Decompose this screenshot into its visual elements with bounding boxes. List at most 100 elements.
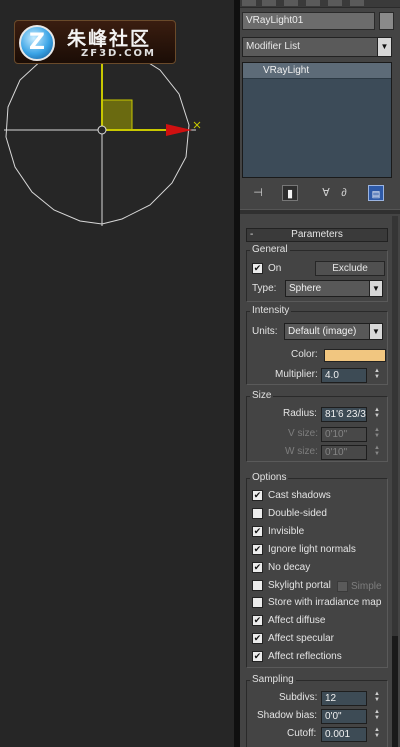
shadow-bias-label: Shadow bias:	[257, 710, 318, 721]
sampling-group: Sampling Subdivs: 12 ▲ ▼ Shadow bias: 0'0…	[246, 674, 389, 747]
wsize-spinner-icon: ▲ ▼	[374, 445, 380, 457]
tab-hierarchy[interactable]	[284, 0, 298, 6]
option-row: ✔ Affect diffuse	[247, 614, 389, 630]
cutoff-row: Cutoff: 0.001 ▲ ▼	[247, 727, 389, 743]
configure-modifier-sets-icon[interactable]: ▤	[368, 185, 384, 201]
tab-modify[interactable]	[262, 0, 276, 6]
tab-display[interactable]	[328, 0, 342, 6]
scrollbar-thumb[interactable]	[392, 636, 398, 747]
option-row: ✔ Ignore light normals	[247, 543, 389, 559]
pin-stack-icon[interactable]: ⊣	[250, 185, 266, 201]
light-gizmo[interactable]	[0, 0, 234, 747]
make-unique-icon[interactable]: ∀	[318, 185, 334, 201]
option-checkbox[interactable]: ✔	[252, 651, 263, 663]
wsize-label: W size:	[285, 446, 318, 457]
option-checkbox[interactable]: ✔	[252, 561, 263, 573]
object-name-field[interactable]: VRayLight01	[242, 12, 375, 30]
remove-modifier-icon[interactable]: ∂	[336, 185, 352, 201]
option-label: No decay	[268, 561, 311, 573]
sphere-light-wireframe	[4, 45, 196, 226]
subdivs-input[interactable]: 12	[321, 691, 367, 706]
radius-input[interactable]: 81'6 23/3	[321, 407, 367, 422]
cutoff-label: Cutoff:	[287, 728, 317, 739]
units-dropdown[interactable]: Default (image) ▼	[284, 323, 383, 340]
option-checkbox[interactable]: ✔	[252, 490, 263, 501]
shadow-bias-row: Shadow bias: 0'0" ▲ ▼	[247, 709, 389, 725]
type-row: Type: Sphere ▼	[247, 280, 389, 297]
panel-scrollbar[interactable]	[392, 216, 398, 747]
option-checkbox[interactable]	[252, 579, 263, 591]
modifier-list-dropdown[interactable]: Modifier List ▼	[242, 37, 392, 57]
stack-toolbar: ⊣ ▮ ∀ ∂ ▤	[240, 183, 400, 205]
radius-row: Radius: 81'6 23/3 ▲ ▼	[247, 407, 389, 423]
multiplier-label: Multiplier:	[275, 369, 318, 380]
panel-separator	[240, 209, 400, 214]
chevron-down-icon[interactable]: ▼	[369, 324, 382, 339]
cutoff-input[interactable]: 0.001	[321, 727, 367, 742]
collapse-icon[interactable]: -	[250, 229, 253, 241]
stack-item-vraylight[interactable]: VRayLight	[243, 63, 391, 79]
type-value: Sphere	[289, 283, 322, 294]
option-row: ✔ Affect reflections	[247, 650, 389, 666]
show-end-result-icon[interactable]: ▮	[282, 185, 298, 201]
option-label: Cast shadows	[268, 490, 331, 501]
option-row: ✔ Invisible	[247, 525, 389, 541]
on-checkbox[interactable]: ✔	[252, 263, 263, 274]
vsize-row: V size: 0'10" ▲ ▼	[247, 427, 389, 443]
tab-utilities[interactable]	[350, 0, 364, 6]
intensity-group: Intensity Units: Default (image) ▼ Color…	[246, 305, 389, 385]
size-group: Size Radius: 81'6 23/3 ▲ ▼ V size: 0'10" …	[246, 390, 389, 462]
option-checkbox[interactable]: ✔	[252, 615, 263, 627]
option-label: Affect specular	[268, 633, 334, 645]
cutoff-spinner-icon[interactable]: ▲ ▼	[373, 727, 381, 742]
option-label: Skylight portal	[268, 579, 331, 591]
type-label: Type:	[252, 283, 277, 294]
units-value: Default (image)	[288, 326, 357, 337]
logo-title-cn: 朱峰社区	[67, 28, 152, 50]
option-label: Store with irradiance map	[268, 597, 382, 609]
option-checkbox[interactable]	[252, 507, 263, 519]
subdivs-spinner-icon[interactable]: ▲ ▼	[373, 691, 381, 706]
units-row: Units: Default (image) ▼	[247, 323, 389, 340]
parameters-rollout-header[interactable]: - Parameters	[246, 228, 388, 242]
option-checkbox[interactable]	[252, 597, 263, 609]
simple-checkbox	[337, 581, 348, 592]
option-checkbox[interactable]: ✔	[252, 543, 263, 555]
option-row: Store with irradiance map	[247, 596, 389, 612]
modifier-stack[interactable]: VRayLight	[242, 62, 392, 178]
shadow-bias-spinner-icon[interactable]: ▲ ▼	[373, 709, 381, 724]
logo-title-en: ZF3D.COM	[81, 48, 156, 59]
multiplier-spinner-icon[interactable]: ▲ ▼	[373, 368, 381, 383]
on-label: On	[268, 263, 282, 274]
transform-gizmo[interactable]	[97, 64, 201, 136]
tab-create[interactable]	[242, 0, 256, 6]
object-color-swatch[interactable]	[379, 12, 394, 30]
tab-motion[interactable]	[306, 0, 320, 6]
vsize-label: V size:	[288, 428, 319, 439]
option-label: Ignore light normals	[268, 543, 356, 555]
option-row: ✔ Cast shadows	[247, 489, 389, 505]
wsize-row: W size: 0'10" ▲ ▼	[247, 445, 389, 461]
type-dropdown[interactable]: Sphere ▼	[285, 280, 383, 297]
exclude-button[interactable]: Exclude	[315, 261, 385, 276]
radius-spinner-icon[interactable]: ▲ ▼	[373, 407, 381, 422]
panel-tab-bar	[240, 0, 400, 8]
options-group: Options ✔ Cast shadows Double-sided ✔ Invisi…	[246, 472, 389, 668]
subdivs-row: Subdivs: 12 ▲ ▼	[247, 691, 389, 707]
option-checkbox[interactable]: ✔	[252, 633, 263, 645]
option-label: Invisible	[268, 525, 305, 537]
radius-label: Radius:	[283, 408, 317, 419]
light-color-swatch[interactable]	[324, 349, 386, 362]
pivot-icon[interactable]	[97, 125, 107, 135]
option-label: Affect reflections	[268, 651, 342, 663]
shadow-bias-input[interactable]: 0'0"	[321, 709, 367, 724]
viewport[interactable]: Z 朱峰社区 ZF3D.COM	[0, 0, 234, 747]
xy-plane-handle[interactable]	[101, 99, 133, 131]
option-checkbox[interactable]: ✔	[252, 525, 263, 537]
parameters-title: Parameters	[291, 229, 343, 240]
chevron-down-icon[interactable]: ▼	[369, 281, 382, 296]
multiplier-row: Multiplier: 4.0 ▲ ▼	[247, 368, 389, 384]
size-title: Size	[250, 390, 274, 401]
chevron-down-icon[interactable]: ▼	[377, 38, 391, 56]
multiplier-input[interactable]: 4.0	[321, 368, 367, 383]
